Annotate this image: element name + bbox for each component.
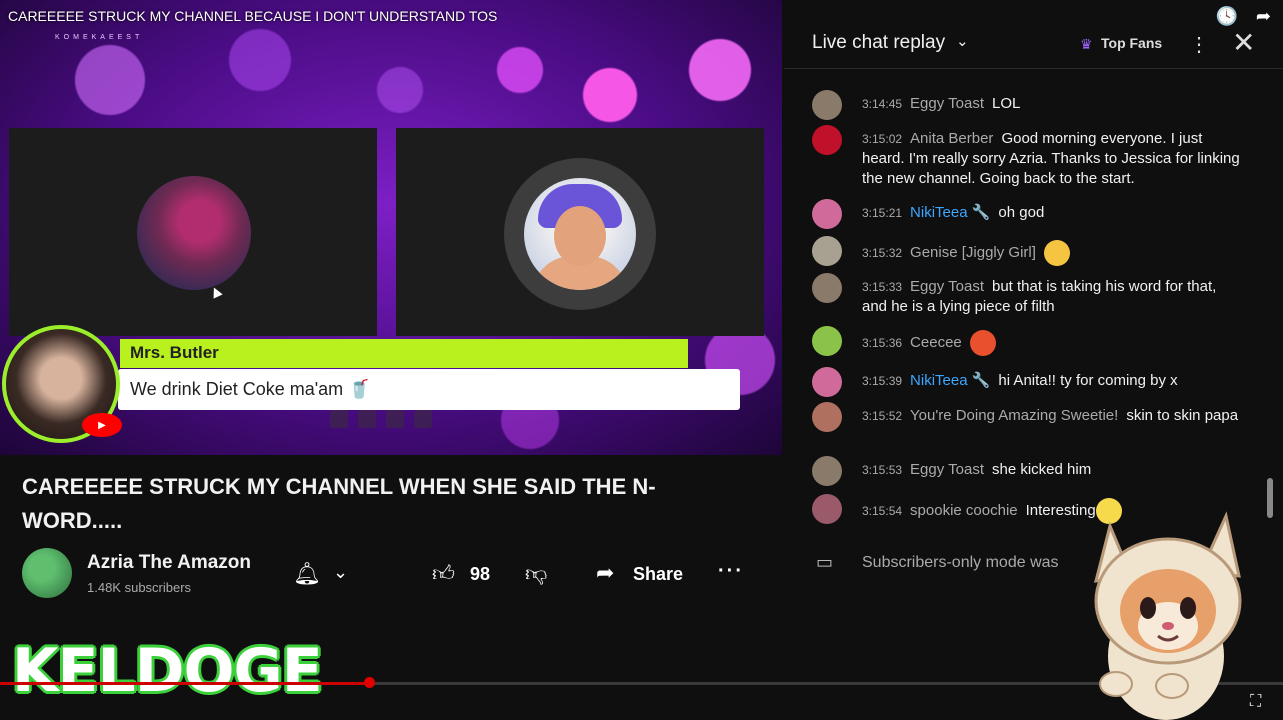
chat-author[interactable]: NikiTeea 🔧	[910, 372, 990, 389]
share-arrow-icon[interactable]: ➦	[1256, 6, 1271, 27]
chevron-down-icon[interactable]: ⌄	[956, 32, 969, 50]
chat-avatar[interactable]	[812, 367, 842, 397]
chat-timestamp: 3:15:39	[862, 374, 903, 388]
chat-message-body: 3:15:53 Eggy Toast she kicked him	[862, 460, 1242, 480]
share-button[interactable]: Share	[633, 564, 683, 585]
chat-timestamp: 3:15:54	[862, 503, 903, 518]
youtube-logo-icon: ▶	[82, 413, 122, 437]
chat-author[interactable]: Eggy Toast	[910, 95, 984, 112]
chat-header: Live chat replay ⌄ ♛ Top Fans ⋮ ✕	[784, 22, 1283, 68]
more-actions-button[interactable]: ···	[718, 560, 744, 583]
chat-title[interactable]: Live chat replay	[812, 32, 945, 54]
thumbs-down-icon[interactable]: 👎︎	[525, 560, 547, 587]
chat-footer-status: Subscribers-only mode was	[862, 554, 1059, 571]
chat-scrollbar[interactable]	[1267, 478, 1273, 518]
kebab-menu-icon[interactable]: ⋮	[1189, 32, 1209, 57]
chat-avatar[interactable]	[812, 456, 842, 486]
chat-message-body: 3:15:33 Eggy Toast but that is taking his …	[862, 277, 1242, 317]
chat-text: she kicked him	[992, 461, 1092, 478]
emoji-icon	[969, 330, 996, 356]
chat-author[interactable]: Eggy Toast	[910, 278, 984, 295]
progress-knob[interactable]	[364, 677, 375, 688]
participant-avatar-right	[524, 178, 636, 290]
bell-icon[interactable]: 🔔︎	[293, 561, 321, 587]
chat-message-body: 3:15:02 Anita Berber Good morning everyone…	[862, 129, 1242, 189]
chat-avatar[interactable]	[812, 199, 842, 229]
thumbs-up-icon[interactable]: 👍︎	[432, 560, 455, 587]
participant-avatar-ring	[504, 158, 656, 310]
chat-avatar[interactable]	[812, 402, 842, 432]
share-icon[interactable]: ➦	[596, 560, 614, 586]
close-icon[interactable]: ✕	[1232, 26, 1255, 59]
crown-icon: ♛	[1080, 36, 1093, 52]
chevron-down-icon[interactable]: ⌄	[333, 562, 348, 583]
chat-text: LOL	[992, 95, 1021, 112]
chat-text: skin to skin papa	[1126, 407, 1239, 424]
chat-avatar[interactable]	[812, 273, 842, 303]
video-player[interactable]: KOMEKAEEST Mrs. Butler We drink Diet Cok…	[0, 0, 782, 455]
chat-text: oh god	[998, 204, 1045, 221]
chat-timestamp: 3:15:53	[862, 463, 903, 477]
chat-timestamp: 3:15:52	[862, 409, 903, 423]
emoji-icon	[1043, 240, 1070, 266]
top-icons: 🕓 ➦	[1215, 6, 1271, 27]
channel-name[interactable]: Azria The Amazon	[87, 552, 251, 574]
chat-message-body: 3:15:21 NikiTeea 🔧 oh god	[862, 203, 1242, 223]
streamer-logo: KELDOGE	[12, 636, 323, 706]
clock-icon[interactable]: 🕓	[1215, 6, 1237, 27]
participant-panel-right	[396, 128, 764, 336]
chat-author[interactable]: Eggy Toast	[910, 461, 984, 478]
chat-message-body: 3:15:32 Genise [Jiggly Girl]	[862, 240, 1242, 266]
chat-author[interactable]: Genise [Jiggly Girl]	[910, 244, 1036, 261]
chat-avatar[interactable]	[812, 236, 842, 266]
chat-author[interactable]: spookie coochie	[910, 502, 1018, 519]
video-title: CAREEEEE STRUCK MY CHANNEL WHEN SHE SAID…	[22, 474, 656, 533]
chat-author[interactable]: You're Doing Amazing Sweetie!	[910, 407, 1118, 424]
chat-timestamp: 3:15:33	[862, 280, 903, 294]
decorative-dots	[330, 410, 432, 428]
chat-message-body: 3:15:36 Ceecee	[862, 330, 1242, 356]
chat-author[interactable]: Anita Berber	[910, 130, 993, 147]
chat-avatar[interactable]	[812, 90, 842, 120]
chat-timestamp: 3:14:45	[862, 97, 903, 111]
chat-timestamp: 3:15:32	[862, 245, 903, 260]
like-count: 98	[470, 564, 491, 584]
progress-fill	[0, 682, 370, 685]
subscribers-mode-icon: ▭	[816, 552, 834, 572]
chat-avatar[interactable]	[812, 326, 842, 356]
chat-message-body: 3:15:52 You're Doing Amazing Sweetie! skin…	[862, 406, 1242, 426]
chat-timestamp: 3:15:02	[862, 132, 903, 146]
brand-watermark: KOMEKAEEST	[55, 34, 144, 41]
chat-author[interactable]: Ceecee	[910, 334, 962, 351]
chat-text: hi Anita!! ty for coming by x	[998, 372, 1178, 389]
channel-avatar[interactable]	[22, 548, 72, 598]
chat-divider	[784, 68, 1283, 69]
speaker-name-bar: Mrs. Butler	[120, 339, 688, 368]
subscriber-count: 1.48K subscribers	[87, 580, 192, 595]
participant-panel-left	[9, 128, 377, 336]
speaker-quote: We drink Diet Coke ma'am 🥤	[118, 369, 740, 410]
chat-message-body: 3:15:39 NikiTeea 🔧 hi Anita!! ty for comin…	[862, 371, 1242, 391]
chat-avatar[interactable]	[812, 494, 842, 524]
top-fans-label[interactable]: Top Fans	[1101, 35, 1162, 51]
participant-avatar-left	[137, 176, 251, 290]
chat-timestamp: 3:15:21	[862, 206, 903, 220]
chat-avatar[interactable]	[812, 125, 842, 155]
chat-author[interactable]: NikiTeea 🔧	[910, 204, 990, 221]
video-top-title: CAREEEEE STRUCK MY CHANNEL BECAUSE I DON…	[8, 8, 498, 24]
cat-mascot-icon	[1093, 511, 1242, 720]
chat-timestamp: 3:15:36	[862, 335, 903, 350]
chat-message-body: 3:14:45 Eggy Toast LOL	[862, 94, 1242, 114]
